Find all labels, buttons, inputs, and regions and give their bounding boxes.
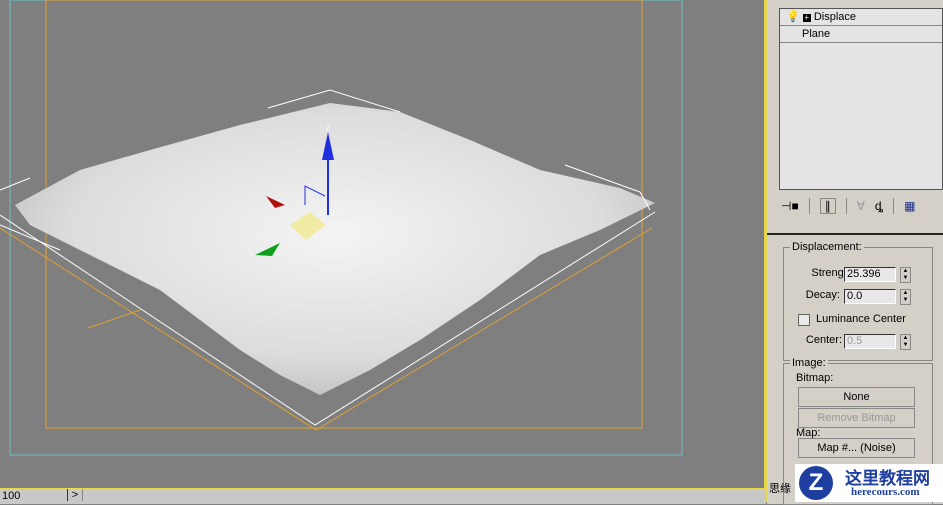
group-title: Image:	[790, 357, 828, 369]
next-frame-button[interactable]: >	[67, 489, 83, 501]
remove-modifier-icon[interactable]: ȡ	[875, 199, 883, 213]
stack-item-label: Plane	[802, 28, 831, 40]
command-panel-modify: 💡 + Displace Plane ⊣■ ∥ ∀ ȡ ▦ Displaceme…	[767, 0, 943, 505]
group-title: Displacement:	[790, 241, 864, 253]
perspective-viewport[interactable]: z	[0, 0, 766, 488]
stack-toolbar: ⊣■ ∥ ∀ ȡ ▦	[781, 194, 939, 218]
center-field[interactable]: 0.5	[844, 334, 896, 349]
map-button[interactable]: Map #... (Noise)	[798, 438, 915, 458]
watermark-logo: Z 这里教程网 herecours.com	[795, 464, 943, 502]
watermark-text: 思缘	[769, 483, 791, 495]
stack-item-label: Displace	[813, 11, 857, 23]
luminance-center-label: Luminance Center	[816, 313, 906, 325]
remove-bitmap-button[interactable]: Remove Bitmap	[798, 408, 915, 428]
displacement-group: Displacement: Strength: 25.396 ▲ ▼ Decay:…	[783, 241, 933, 361]
decay-spinner[interactable]: ▲ ▼	[900, 289, 911, 305]
watermark-url: herecours.com	[851, 486, 920, 498]
plus-box-icon[interactable]: +	[802, 14, 811, 22]
decay-field[interactable]: 0.0	[844, 289, 896, 304]
stack-item-displace[interactable]: 💡 + Displace	[780, 9, 942, 26]
pin-stack-icon[interactable]: ⊣■	[781, 199, 799, 213]
center-label: Center:	[805, 334, 842, 346]
svg-text:z: z	[326, 123, 330, 132]
bitmap-button[interactable]: None	[798, 387, 915, 407]
decay-label: Decay:	[805, 289, 840, 301]
modifier-stack-list[interactable]: 💡 + Displace Plane	[779, 8, 943, 190]
displaced-plane	[15, 103, 655, 395]
viewport-scene: z	[0, 0, 683, 456]
luminance-center-checkbox[interactable]	[798, 314, 810, 326]
strength-spinner[interactable]: ▲ ▼	[900, 267, 911, 283]
stack-item-plane[interactable]: Plane	[780, 26, 942, 43]
frame-counter: 100	[2, 490, 21, 502]
bulb-icon[interactable]: 💡	[786, 11, 800, 23]
bitmap-label: Bitmap:	[796, 372, 834, 384]
configure-sets-icon[interactable]: ▦	[904, 199, 915, 213]
make-unique-icon[interactable]: ∀	[857, 199, 865, 213]
strength-field[interactable]: 25.396	[844, 267, 896, 282]
show-end-result-icon[interactable]: ∥	[819, 198, 836, 214]
center-spinner[interactable]: ▲ ▼	[900, 334, 911, 350]
logo-z-icon: Z	[799, 466, 833, 500]
